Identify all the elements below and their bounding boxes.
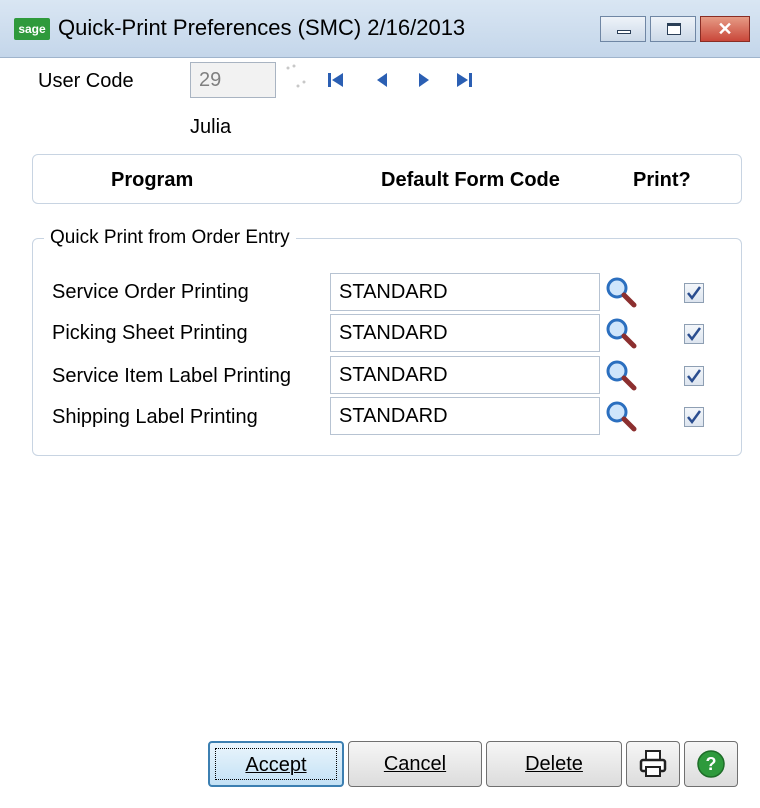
service-item-label-print-checkbox[interactable] [684,366,704,386]
minimize-icon [617,30,631,34]
service-order-printing-label: Service Order Printing [52,281,249,303]
magnifier-icon[interactable] [604,316,638,350]
magnifier-icon[interactable] [604,275,638,309]
title-bar: sage Quick-Print Preferences (SMC) 2/16/… [0,0,760,58]
previous-record-icon[interactable] [372,70,392,90]
print-button[interactable] [626,741,680,787]
header-default-form-code: Default Form Code [381,169,560,191]
shipping-label-form-code-input[interactable] [330,397,600,435]
close-button[interactable]: ✕ [700,16,750,42]
column-header-bar: Program Default Form Code Print? [32,154,742,204]
help-icon: ? [697,750,725,778]
service-order-print-checkbox[interactable] [684,283,704,303]
picking-sheet-form-code-input[interactable] [330,314,600,352]
delete-button-label: Delete [525,753,583,775]
maximize-icon [667,23,681,35]
magnifier-icon[interactable] [604,358,638,392]
picking-sheet-printing-label: Picking Sheet Printing [52,322,248,344]
delete-button[interactable]: Delete [486,741,622,787]
window-title: Quick-Print Preferences (SMC) 2/16/2013 [58,15,466,40]
last-record-icon[interactable] [454,70,474,90]
accept-button[interactable]: Accept [208,741,344,787]
service-item-label-printing-label: Service Item Label Printing [52,365,292,387]
header-program: Program [111,169,194,191]
header-print: Print? [633,169,691,191]
user-code-lookup-icon[interactable] [282,62,312,92]
sage-logo-icon: sage [14,18,50,40]
first-record-icon[interactable] [326,70,346,90]
user-name: Julia [190,116,232,138]
service-order-form-code-input[interactable] [330,273,600,311]
accept-button-label: Accept [245,754,307,776]
shipping-label-print-checkbox[interactable] [684,407,704,427]
service-item-label-form-code-input[interactable] [330,356,600,394]
next-record-icon[interactable] [414,70,434,90]
user-code-input[interactable] [190,62,276,98]
user-code-label: User Code [38,70,134,92]
magnifier-icon[interactable] [604,399,638,433]
maximize-button[interactable] [650,16,696,42]
picking-sheet-print-checkbox[interactable] [684,324,704,344]
printer-icon [639,750,667,777]
cancel-button[interactable]: Cancel [348,741,482,787]
svg-text:?: ? [706,754,717,774]
cancel-button-label: Cancel [383,753,447,775]
help-button[interactable]: ? [684,741,738,787]
minimize-button[interactable] [600,16,646,42]
window-controls: ✕ [600,16,750,42]
shipping-label-printing-label: Shipping Label Printing [52,406,258,428]
group-title: Quick Print from Order Entry [44,227,296,249]
